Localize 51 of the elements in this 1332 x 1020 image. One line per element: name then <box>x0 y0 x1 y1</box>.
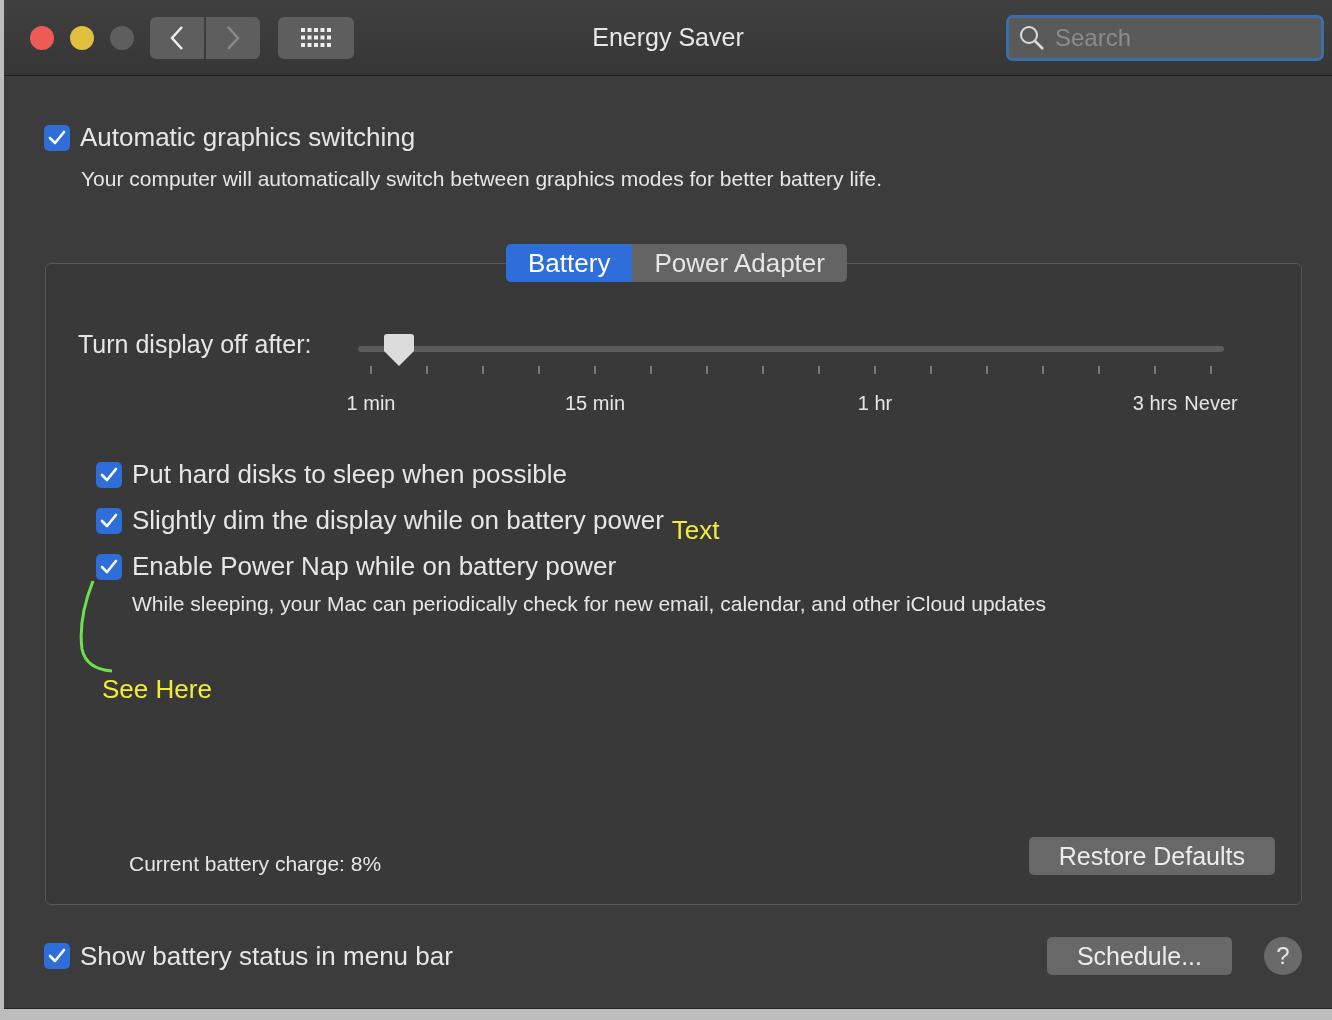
tick-label: 15 min <box>565 392 625 415</box>
chevron-right-icon <box>225 24 241 51</box>
checkbox-label: Enable Power Nap while on battery power <box>132 551 617 582</box>
tick-mark <box>762 366 764 374</box>
restore-defaults-button[interactable]: Restore Defaults <box>1028 837 1275 875</box>
tick-label: Never <box>1184 392 1238 415</box>
tick-mark <box>1098 366 1100 374</box>
show-all-button[interactable] <box>278 16 354 59</box>
checkbox[interactable] <box>96 507 122 534</box>
tab[interactable]: Power Adapter <box>632 244 847 282</box>
tick-mark <box>594 366 596 374</box>
tick-mark <box>538 366 540 374</box>
tick-mark <box>930 366 932 374</box>
checkbox[interactable] <box>96 461 122 488</box>
tick-label: 1 hr <box>857 392 893 415</box>
checkbox-label: Put hard disks to sleep when possible <box>132 459 568 490</box>
tab[interactable]: Battery <box>506 244 633 282</box>
annotation-text: Text <box>671 515 720 546</box>
grid-icon <box>301 27 331 48</box>
tick-mark <box>986 366 988 374</box>
tick-mark <box>426 366 428 374</box>
checkbox-label: Show battery status in menu bar <box>80 940 453 972</box>
tick-mark <box>1042 366 1044 374</box>
battery-charge-text: Current battery charge: 8% <box>129 852 382 876</box>
chevron-left-icon <box>169 24 185 51</box>
tick-label: 1 min <box>346 392 396 415</box>
tick-label: 3 hrs <box>1132 392 1178 415</box>
checkbox-label: Slightly dim the display while on battery power <box>132 505 664 536</box>
minimize-icon[interactable] <box>70 25 94 50</box>
tick-mark <box>650 366 652 374</box>
tick-mark <box>482 366 484 374</box>
schedule-button[interactable]: Schedule... <box>1046 937 1232 975</box>
back-button[interactable] <box>150 16 204 59</box>
annotation-text: See Here <box>102 674 212 705</box>
checkbox[interactable] <box>44 943 70 969</box>
description-text: Your computer will automatically switch between graphics modes for better battery life. <box>81 167 883 191</box>
tick-mark <box>370 366 372 374</box>
tick-mark <box>818 366 820 374</box>
close-icon[interactable] <box>30 25 54 50</box>
slider-label: Turn display off after: <box>78 330 313 359</box>
tick-mark <box>874 366 876 374</box>
search-icon <box>1019 24 1045 51</box>
tick-mark <box>1210 366 1212 374</box>
window-title: Energy Saver <box>592 23 744 52</box>
help-button[interactable]: ? <box>1264 937 1302 975</box>
checkbox[interactable] <box>96 553 122 580</box>
tick-mark <box>706 366 708 374</box>
checkbox[interactable] <box>44 124 70 151</box>
checkbox-label: Automatic graphics switching <box>80 122 416 153</box>
description-text: While sleeping, your Mac can periodically check for new email, calendar, and other iCloud updates <box>132 592 1046 616</box>
tick-mark <box>1154 366 1156 374</box>
